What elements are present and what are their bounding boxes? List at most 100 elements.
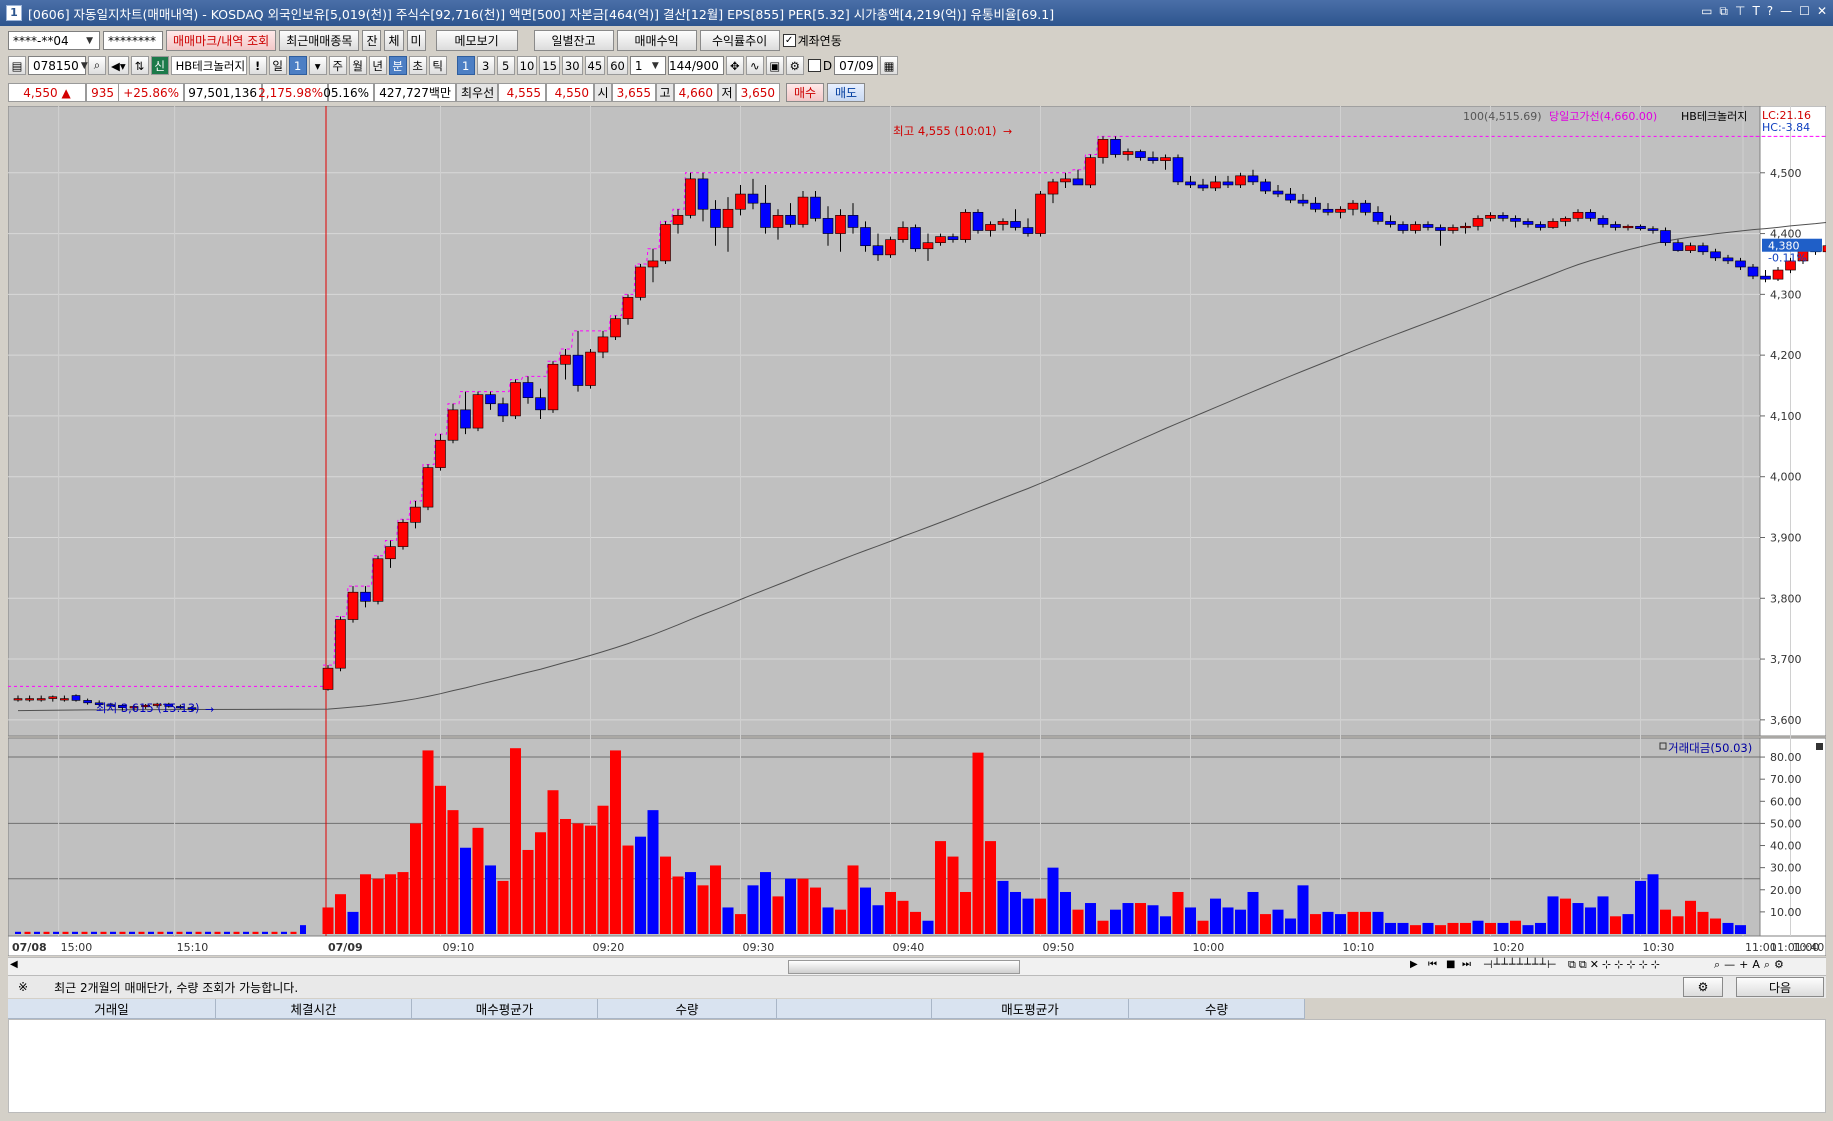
stock-code-input[interactable]: 078150 ▼ [28,56,88,75]
trade-table-body[interactable] [8,1019,1826,1113]
candle-body [422,467,434,508]
volume-bar [176,931,183,934]
volume-bar [1510,920,1521,934]
volume-bar [622,845,634,934]
period-minute-button[interactable]: 분 [388,56,407,75]
volume-bar [24,931,31,934]
interval-1[interactable]: 1 [456,56,475,75]
col-exec-time[interactable]: 체결시간 [216,999,412,1018]
scroll-thumb[interactable] [788,960,1020,974]
balance-button[interactable]: 잔 [362,30,382,51]
copy-icon[interactable]: ⧉ [1719,4,1728,19]
rewind-icon[interactable]: ⏮ [1428,959,1437,970]
sell-button[interactable]: 매도 [827,83,865,102]
col-trade-date[interactable]: 거래일 [8,999,216,1018]
next-button[interactable]: 다음 [1736,977,1824,997]
interval-15[interactable]: 15 [539,56,560,75]
col-buy-qty[interactable]: 수량 [598,999,777,1018]
trade-profit-button[interactable]: 매매수익 [616,30,697,51]
chevron-down-icon[interactable]: ▾ [308,56,327,75]
interval-3[interactable]: 3 [476,56,495,75]
gear-icon: ⚙ [1697,980,1709,994]
volume-bar [772,896,784,934]
interval-10[interactable]: 10 [516,56,538,75]
volume-bar [822,907,834,934]
prev-next-icon[interactable]: ⇅ [130,56,149,75]
close-icon[interactable]: ✕ [1817,4,1827,19]
interval-45[interactable]: 45 [584,56,606,75]
period-day-button[interactable]: 일 [268,56,287,75]
gear-icon[interactable]: ⚙ [785,56,804,75]
volume-bar [1085,903,1096,934]
unfilled-button[interactable]: 미 [406,30,426,51]
period-tick-button[interactable]: 틱 [428,56,447,75]
account-select[interactable]: ****-**04 ▼ [8,31,100,50]
executed-button[interactable]: 체 [384,30,404,51]
chart-scrollbar[interactable]: ◀ ▶ ⏮ ■ ⏭ ⊣┴┴┴┴┴┴┴⊢ ⧉⧉✕⊹⊹⊹⊹⊹ ⌕—+A⌕⚙ [8,957,1826,976]
stop-icon[interactable]: ■ [1446,959,1455,970]
candle-body [1635,225,1646,230]
zoom-slider[interactable]: ⊣┴┴┴┴┴┴┴⊢ [1483,958,1558,971]
daily-balance-button[interactable]: 일별잔고 [533,30,614,51]
volume-bar [360,874,371,934]
interval-5[interactable]: 5 [496,56,515,75]
bars-count[interactable]: 144/900 [667,56,724,75]
trade-mark-button[interactable]: 매매마크/내역 조회 [166,30,277,51]
yield-trend-button[interactable]: 수익률추이 [699,30,780,51]
candle-body [13,698,23,701]
candlestick-chart[interactable]: 100(4,515.69) 당일고가선(4,660.00) HB테크놀러지 LC… [7,105,1833,957]
search-icon[interactable]: ⌕ [88,56,106,75]
trend-icon[interactable]: ∿ [745,56,764,75]
col-sell-avg[interactable]: 매도평균가 [932,999,1129,1018]
recent-trades-button[interactable]: 최근매매종목 [279,30,360,51]
period-second-button[interactable]: 초 [408,56,427,75]
interval-count-select[interactable]: 1 ▼ [629,56,666,75]
candle-body [83,700,92,704]
drawing-tools-icon[interactable]: ⧉⧉✕⊹⊹⊹⊹⊹ [1568,958,1663,972]
password-field[interactable]: ******** [103,31,163,50]
volume-tick-label: 30.00 [1770,862,1802,875]
period-year-button[interactable]: 년 [368,56,387,75]
interval-30[interactable]: 30 [561,56,583,75]
last-change-label: -0.11% [1768,252,1807,265]
zoom-tools-icon[interactable]: ⌕—+A⌕⚙ [1714,958,1788,972]
help-icon[interactable]: ? [1767,4,1773,19]
period-month-button[interactable]: 월 [348,56,367,75]
chart-area[interactable]: 100(4,515.69) 당일고가선(4,660.00) HB테크놀러지 LC… [7,105,1833,957]
memo-button[interactable]: 메모보기 [435,30,518,51]
candle-body [1422,224,1434,228]
stock-code-value: 078150 [33,58,79,73]
volume-bar [1672,916,1684,934]
pin-icon[interactable]: ⊤ [1735,4,1745,19]
save-icon[interactable]: ▣ [765,56,784,75]
open-price: 3,655 [612,83,656,102]
calendar-icon[interactable]: ▦ [880,56,899,75]
account-link-checkbox[interactable]: ✓ 계좌연동 [782,32,842,49]
volume-bar [271,931,278,934]
col-sell-qty[interactable]: 수량 [1129,999,1305,1018]
fast-forward-icon[interactable]: ⏭ [1462,959,1471,970]
crosshair-icon[interactable]: ✥ [725,56,744,75]
volume-bar [847,865,859,934]
maximize-icon[interactable]: ☐ [1799,4,1810,19]
speaker-icon[interactable]: ◀▾ [108,56,129,75]
link-icon[interactable]: ▭ [1701,4,1712,19]
layout-icon[interactable]: ▤ [8,56,26,75]
font-icon[interactable]: T [1752,4,1759,19]
period-week-button[interactable]: 주 [328,56,347,75]
buy-button[interactable]: 매수 [786,83,824,102]
period-day-count[interactable]: 1 [288,56,307,75]
candle-body [347,591,359,620]
interval-60[interactable]: 60 [607,56,628,75]
alert-button[interactable]: ! [248,56,267,75]
date-checkbox[interactable]: D [807,59,832,73]
minimize-icon[interactable]: — [1780,4,1792,19]
scroll-right-icon[interactable]: ▶ [1410,959,1418,970]
col-buy-avg[interactable]: 매수평균가 [412,999,598,1018]
date-input[interactable]: 07/09 [834,56,879,75]
candle-body [1722,257,1734,262]
settings-button[interactable]: ⚙ [1683,977,1723,997]
candle-body [785,215,796,225]
candle-body [1110,139,1121,155]
scroll-left-icon[interactable]: ◀ [10,959,18,970]
